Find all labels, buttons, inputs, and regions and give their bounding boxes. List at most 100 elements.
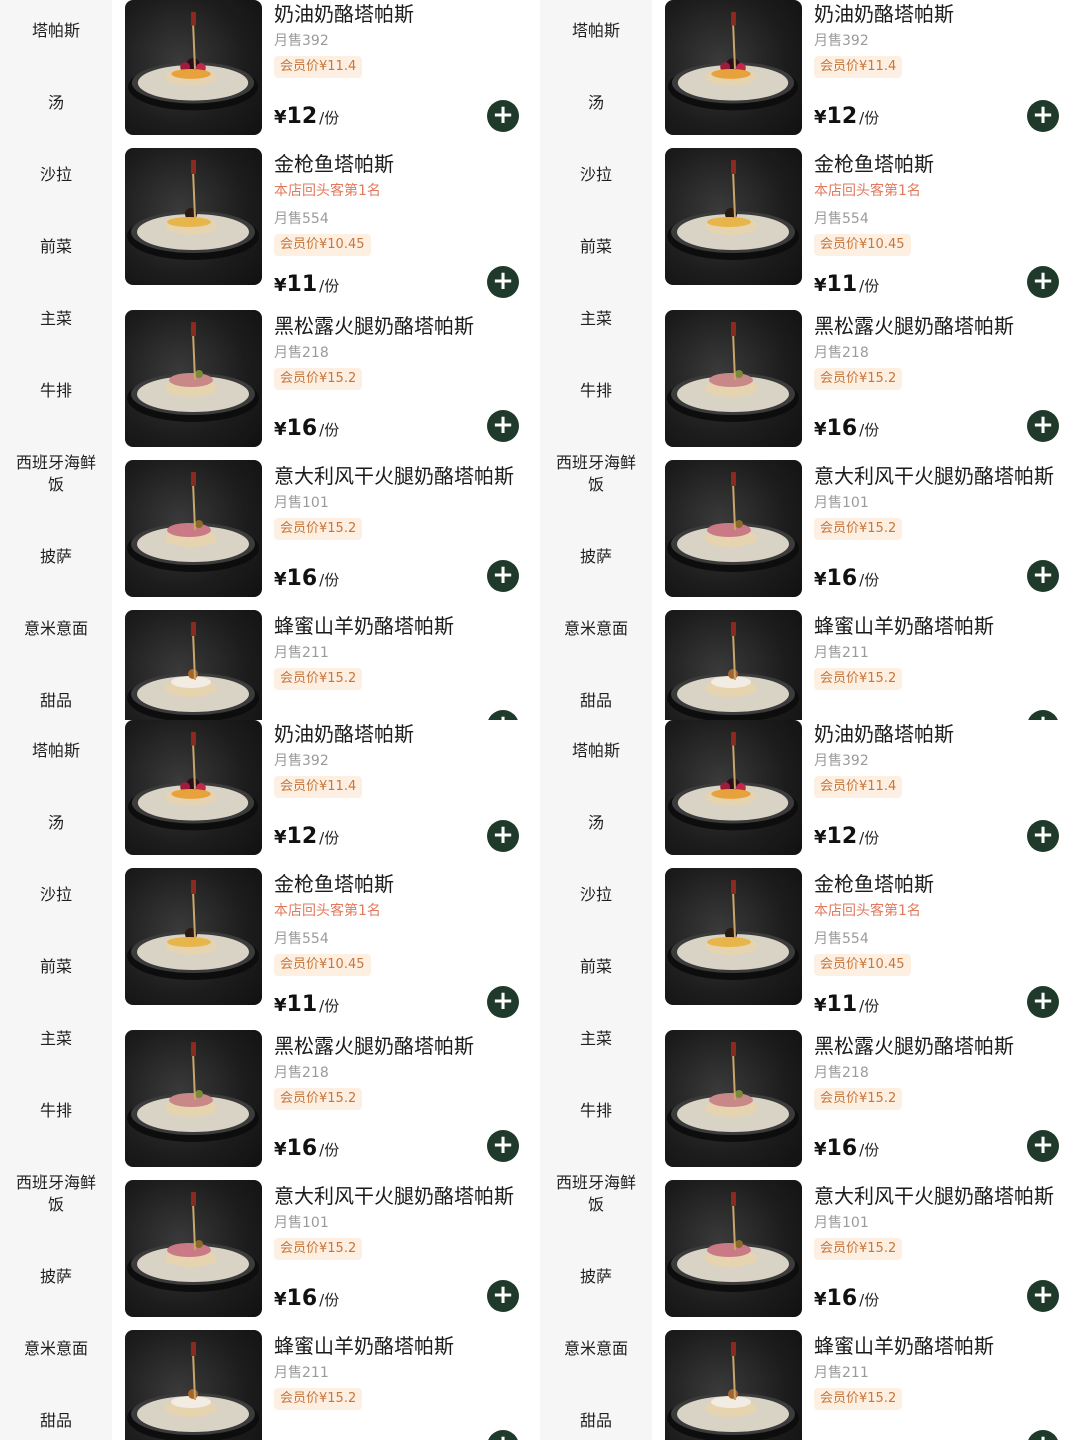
category-item[interactable]: 牛排 [540, 1100, 652, 1122]
dish-photo[interactable] [125, 1180, 262, 1317]
dish-photo[interactable] [125, 1030, 262, 1167]
dish-photo[interactable] [125, 610, 262, 720]
price-unit: /份 [319, 571, 340, 589]
add-to-cart-button[interactable]: + [1027, 560, 1059, 592]
category-item[interactable]: 披萨 [0, 1266, 112, 1288]
category-item[interactable]: 甜品 [0, 1410, 112, 1432]
member-price-badge: 会员价¥15.2 [274, 368, 363, 390]
category-item[interactable]: 塔帕斯 [0, 20, 112, 42]
currency-symbol: ¥ [274, 107, 287, 128]
category-item[interactable]: 主菜 [0, 1028, 112, 1050]
category-item[interactable]: 西班牙海鲜饭 [0, 452, 112, 496]
add-to-cart-button[interactable]: + [1027, 1280, 1059, 1312]
add-to-cart-button[interactable]: + [487, 1430, 519, 1440]
category-item[interactable]: 塔帕斯 [0, 740, 112, 762]
add-to-cart-button[interactable]: + [487, 986, 519, 1018]
dish-name: 金枪鱼塔帕斯 [274, 152, 394, 176]
price-value: 16 [826, 1286, 858, 1311]
category-item[interactable]: 披萨 [540, 546, 652, 568]
dish-photo[interactable] [125, 460, 262, 597]
category-item[interactable]: 主菜 [0, 308, 112, 330]
category-item[interactable]: 主菜 [540, 308, 652, 330]
add-to-cart-button[interactable]: + [1027, 410, 1059, 442]
category-item[interactable]: 意米意面 [540, 1338, 652, 1360]
add-to-cart-button[interactable]: + [487, 560, 519, 592]
dish-photo[interactable] [665, 460, 802, 597]
menu-item: 意大利风干火腿奶酪塔帕斯 月售101 会员价¥15.2 ¥16/份 + [112, 460, 540, 610]
dish-photo[interactable] [665, 720, 802, 855]
category-item[interactable]: 西班牙海鲜饭 [540, 452, 652, 496]
category-item[interactable]: 汤 [0, 92, 112, 114]
dish-photo[interactable] [665, 868, 802, 1005]
add-to-cart-button[interactable]: + [1027, 100, 1059, 132]
currency-symbol: ¥ [814, 107, 827, 128]
add-to-cart-button[interactable]: + [487, 820, 519, 852]
category-item[interactable]: 披萨 [540, 1266, 652, 1288]
category-item[interactable]: 西班牙海鲜饭 [0, 1172, 112, 1216]
add-to-cart-button[interactable]: + [1027, 710, 1059, 720]
monthly-sales: 月售218 [814, 1065, 869, 1081]
add-to-cart-button[interactable]: + [487, 710, 519, 720]
dish-price: ¥11/份 [274, 992, 339, 1017]
category-item[interactable]: 意米意面 [0, 618, 112, 640]
category-item[interactable]: 主菜 [540, 1028, 652, 1050]
category-item[interactable]: 沙拉 [0, 884, 112, 906]
category-item[interactable]: 汤 [0, 812, 112, 834]
price-value: 16 [826, 1136, 858, 1161]
category-item[interactable]: 意米意面 [540, 618, 652, 640]
dish-photo[interactable] [665, 610, 802, 720]
category-item[interactable]: 甜品 [540, 690, 652, 712]
add-to-cart-button[interactable]: + [487, 266, 519, 298]
dish-photo[interactable] [125, 1330, 262, 1440]
dish-photo[interactable] [665, 1330, 802, 1440]
dish-name: 黑松露火腿奶酪塔帕斯 [814, 314, 1014, 338]
category-item[interactable]: 汤 [540, 812, 652, 834]
add-to-cart-button[interactable]: + [1027, 266, 1059, 298]
category-item[interactable]: 沙拉 [0, 164, 112, 186]
category-item[interactable]: 沙拉 [540, 164, 652, 186]
dish-price: ¥12/份 [814, 824, 879, 849]
add-to-cart-button[interactable]: + [487, 100, 519, 132]
category-item[interactable]: 意米意面 [0, 1338, 112, 1360]
menu-item: 黑松露火腿奶酪塔帕斯 月售218 会员价¥15.2 ¥16/份 + [112, 310, 540, 460]
dish-photo[interactable] [665, 1180, 802, 1317]
add-to-cart-button[interactable]: + [1027, 1430, 1059, 1440]
dish-name: 意大利风干火腿奶酪塔帕斯 [814, 1184, 1054, 1208]
category-item[interactable]: 甜品 [540, 1410, 652, 1432]
category-item[interactable]: 前菜 [0, 236, 112, 258]
dish-photo[interactable] [125, 148, 262, 285]
category-item[interactable]: 牛排 [0, 1100, 112, 1122]
category-item[interactable]: 沙拉 [540, 884, 652, 906]
category-item[interactable]: 西班牙海鲜饭 [540, 1172, 652, 1216]
dish-price: ¥16/份 [814, 1286, 879, 1311]
add-to-cart-button[interactable]: + [1027, 820, 1059, 852]
dish-photo[interactable] [665, 148, 802, 285]
menu-item: 黑松露火腿奶酪塔帕斯 月售218 会员价¥15.2 ¥16/份 + [112, 1030, 540, 1180]
category-item[interactable]: 前菜 [540, 956, 652, 978]
dish-photo[interactable] [665, 310, 802, 447]
category-item[interactable]: 塔帕斯 [540, 20, 652, 42]
category-item[interactable]: 塔帕斯 [540, 740, 652, 762]
currency-symbol: ¥ [814, 419, 827, 440]
plus-icon: + [1032, 986, 1054, 1016]
add-to-cart-button[interactable]: + [487, 410, 519, 442]
category-item[interactable]: 牛排 [0, 380, 112, 402]
add-to-cart-button[interactable]: + [487, 1130, 519, 1162]
add-to-cart-button[interactable]: + [487, 1280, 519, 1312]
category-item[interactable]: 甜品 [0, 690, 112, 712]
category-item[interactable]: 披萨 [0, 546, 112, 568]
dish-photo[interactable] [125, 0, 262, 135]
dish-photo[interactable] [125, 720, 262, 855]
dish-photo[interactable] [665, 1030, 802, 1167]
add-to-cart-button[interactable]: + [1027, 1130, 1059, 1162]
category-item[interactable]: 牛排 [540, 380, 652, 402]
category-item[interactable]: 前菜 [540, 236, 652, 258]
dish-photo[interactable] [665, 0, 802, 135]
add-to-cart-button[interactable]: + [1027, 986, 1059, 1018]
category-item[interactable]: 前菜 [0, 956, 112, 978]
dish-photo[interactable] [125, 868, 262, 1005]
dish-photo[interactable] [125, 310, 262, 447]
member-price-badge: 会员价¥15.2 [814, 1388, 903, 1410]
category-item[interactable]: 汤 [540, 92, 652, 114]
menu-item: 金枪鱼塔帕斯 本店回头客第1名 月售554 会员价¥10.45 ¥11/份 + [112, 868, 540, 1018]
